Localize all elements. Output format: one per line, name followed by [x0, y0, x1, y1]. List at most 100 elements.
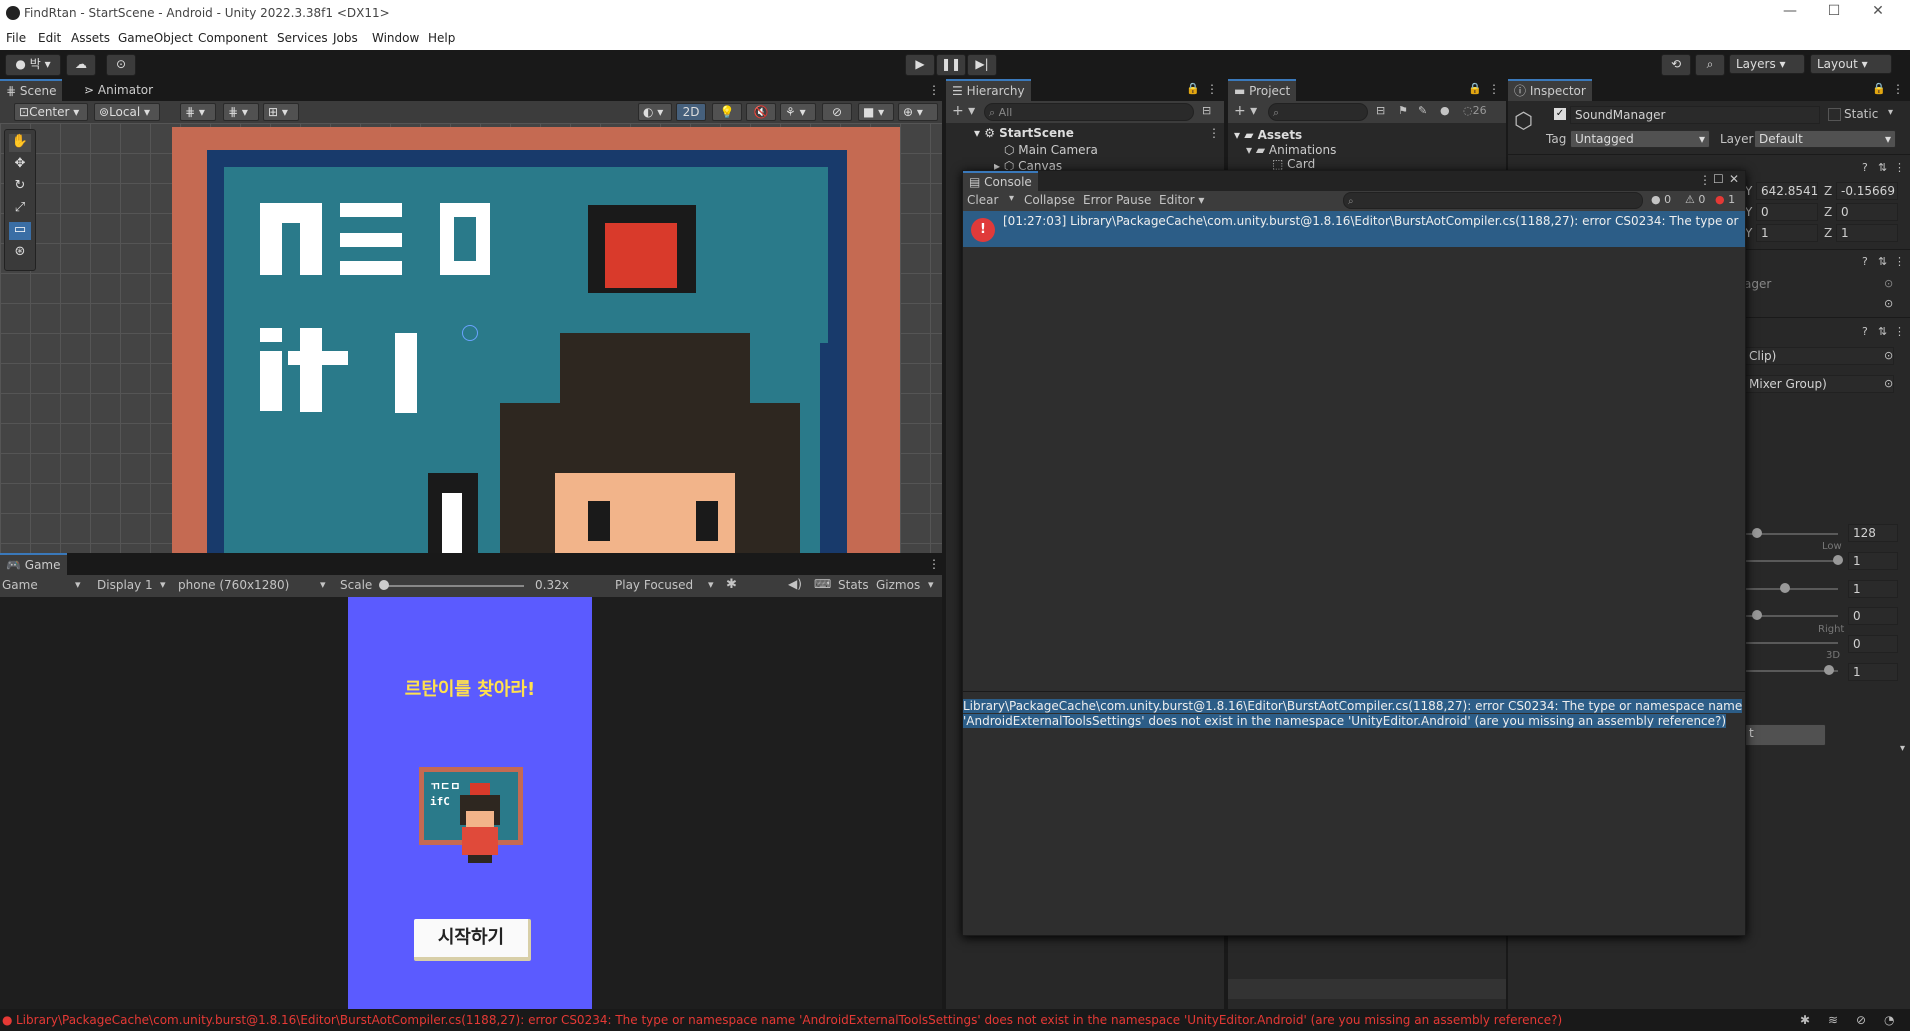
static-checkbox[interactable] — [1828, 108, 1841, 121]
mute-audio-icon[interactable]: ◀) — [788, 577, 802, 591]
volume-field[interactable]: 1 — [1848, 552, 1898, 570]
game-view-arrow-icon[interactable]: ▾ — [75, 578, 81, 591]
hierarchy-item-main-camera[interactable]: ⬡ Main Camera — [1004, 143, 1098, 157]
console-entry-row[interactable]: ! [01:27:03] Library\PackageCache\com.un… — [963, 211, 1745, 247]
folder-assets[interactable]: ▾ ▰ Assets — [1234, 128, 1302, 142]
folder-animations[interactable]: ▾ ▰ Animations — [1246, 143, 1336, 157]
lock-icon[interactable]: 🔒 — [1468, 82, 1482, 95]
error-count-toggle[interactable]: ● 1 — [1715, 193, 1735, 206]
scale-y-field[interactable]: 1 — [1756, 224, 1818, 242]
warn-count-toggle[interactable]: ⚠ 0 — [1685, 193, 1705, 206]
tab-console[interactable]: ▤ Console — [963, 171, 1038, 191]
maximize-icon[interactable]: ☐ — [1713, 172, 1724, 186]
lock-icon[interactable]: 🔒 — [1872, 82, 1886, 95]
add-component-button[interactable]: t — [1744, 724, 1826, 746]
play-mode-dropdown[interactable]: Play Focused — [615, 578, 693, 592]
gizmos-dropdown[interactable]: ⊕ ▾ — [898, 103, 938, 121]
ruler-dropdown[interactable]: ⊞ ▾ — [263, 103, 299, 121]
2d-toggle[interactable]: 2D — [676, 103, 706, 121]
spatial-blend-field[interactable]: 0 — [1848, 635, 1898, 653]
clear-options-icon[interactable]: ▾ — [1009, 193, 1014, 204]
menu-gameobject[interactable]: GameObject — [118, 31, 193, 45]
menu-edit[interactable]: Edit — [38, 31, 61, 45]
history-icon[interactable]: ⟲ — [1661, 54, 1691, 76]
scale-slider-track[interactable] — [384, 585, 524, 587]
tag-dropdown[interactable]: Untagged ▾ — [1570, 130, 1710, 148]
filter-type-icon[interactable]: ⊟ — [1376, 104, 1385, 117]
log-count-toggle[interactable]: ● 0 — [1651, 193, 1671, 206]
rotation-y-field[interactable]: 0 — [1756, 203, 1818, 221]
component-menu-icon[interactable]: ⋮ — [1894, 325, 1905, 338]
pitch-slider-track[interactable] — [1744, 588, 1838, 590]
preset-icon[interactable]: ⇅ — [1878, 161, 1887, 174]
console-menu-icon[interactable]: ⋮ — [1699, 173, 1711, 187]
increment-snap-dropdown[interactable]: ⋕ ▾ — [223, 103, 259, 121]
add-object-button[interactable]: + ▾ — [952, 103, 975, 119]
maximize-button[interactable]: ☐ — [1814, 3, 1854, 23]
position-y-field[interactable]: 642.8541 — [1756, 182, 1818, 200]
effects-dropdown[interactable]: ⚘ ▾ — [780, 103, 816, 121]
favorites-icon[interactable]: ✎ — [1418, 104, 1427, 117]
object-picker-icon[interactable]: ⊙ — [1884, 349, 1893, 362]
play-button[interactable]: ▶ — [905, 54, 935, 76]
tab-scene[interactable]: ⋕ Scene — [0, 79, 63, 101]
menu-file[interactable]: File — [6, 31, 26, 45]
debug-mode-icon[interactable]: ⊘ — [1856, 1009, 1866, 1031]
console-search-input[interactable]: ⌕ — [1343, 192, 1643, 209]
menu-window[interactable]: Window — [372, 31, 419, 45]
audio-icon[interactable]: 🔇 — [746, 103, 776, 121]
tab-animator[interactable]: ⋗ Animator — [78, 79, 159, 101]
scale-z-field[interactable]: 1 — [1836, 224, 1898, 242]
editor-dropdown[interactable]: Editor ▾ — [1159, 193, 1204, 207]
layer-dropdown[interactable]: Default ▾ — [1754, 130, 1896, 148]
play-mode-arrow-icon[interactable]: ▾ — [708, 578, 714, 591]
stereo-pan-slider-thumb[interactable] — [1752, 610, 1762, 620]
reverb-slider-thumb[interactable] — [1824, 665, 1834, 675]
grid-snap-dropdown[interactable]: ⋕ ▾ — [180, 103, 216, 121]
menu-help[interactable]: Help — [428, 31, 455, 45]
lighting-icon[interactable]: 💡 — [712, 103, 742, 121]
active-checkbox[interactable]: ✓ — [1554, 108, 1566, 120]
console-splitter[interactable] — [963, 691, 1745, 692]
camera-dropdown[interactable]: ■ ▾ — [858, 103, 894, 121]
console-detail[interactable]: Library\PackageCache\com.unity.burst@1.8… — [963, 699, 1745, 729]
hand-tool-icon[interactable]: ✋ — [9, 134, 31, 152]
collapse-button[interactable]: Collapse — [1024, 193, 1075, 207]
step-button[interactable]: ▶| — [967, 54, 997, 76]
tab-game[interactable]: 🎮 Game — [0, 553, 67, 575]
folder-card[interactable]: ⬚ Card — [1272, 157, 1315, 171]
error-pause-button[interactable]: Error Pause — [1083, 193, 1151, 207]
menu-jobs[interactable]: Jobs — [333, 31, 358, 45]
inspector-menu-icon[interactable]: ⋮ — [1892, 82, 1904, 96]
scene-menu-icon[interactable]: ⋮ — [1208, 126, 1220, 140]
search-icon[interactable]: ⌕ — [1695, 54, 1725, 76]
menu-assets[interactable]: Assets — [71, 31, 110, 45]
game-view-dropdown[interactable]: Game — [2, 578, 38, 592]
priority-field[interactable]: 128 — [1848, 524, 1898, 542]
scene-viewport[interactable]: ✋ ✥ ↻ ⤢ ▭ ⊛ — [0, 123, 942, 553]
preset-icon[interactable]: ⇅ — [1878, 325, 1887, 338]
preset-icon[interactable]: ⇅ — [1878, 255, 1887, 268]
pivot-gizmo-icon[interactable] — [462, 325, 478, 341]
object-picker-icon[interactable]: ⊙ — [1884, 277, 1893, 290]
pause-button[interactable]: ❚❚ — [936, 54, 966, 76]
volume-slider-track[interactable] — [1744, 560, 1838, 562]
hierarchy-menu-icon[interactable]: ⋮ — [1206, 82, 1218, 96]
shortcuts-icon[interactable]: ⌨ — [814, 577, 831, 591]
start-button[interactable]: 시작하기 — [414, 919, 531, 961]
reverb-field[interactable]: 1 — [1848, 663, 1898, 681]
gizmos-arrow-icon[interactable]: ▾ — [928, 578, 934, 591]
resolution-dropdown[interactable]: phone (760x1280) — [178, 578, 289, 592]
object-picker-icon[interactable]: ⊙ — [1884, 377, 1893, 390]
menu-component[interactable]: Component — [198, 31, 268, 45]
minimize-button[interactable]: — — [1770, 3, 1810, 23]
rect-tool-icon[interactable]: ▭ — [9, 222, 31, 240]
close-icon[interactable]: ✕ — [1729, 172, 1739, 186]
position-z-field[interactable]: -0.15669 — [1836, 182, 1898, 200]
help-icon[interactable]: ? — [1862, 325, 1868, 338]
project-menu-icon[interactable]: ⋮ — [1488, 82, 1500, 96]
clear-button[interactable]: Clear — [967, 193, 998, 207]
search-options-icon[interactable]: ⊟ — [1202, 104, 1211, 117]
display-arrow-icon[interactable]: ▾ — [160, 578, 166, 591]
cloud-icon[interactable]: ☁ — [66, 54, 96, 76]
